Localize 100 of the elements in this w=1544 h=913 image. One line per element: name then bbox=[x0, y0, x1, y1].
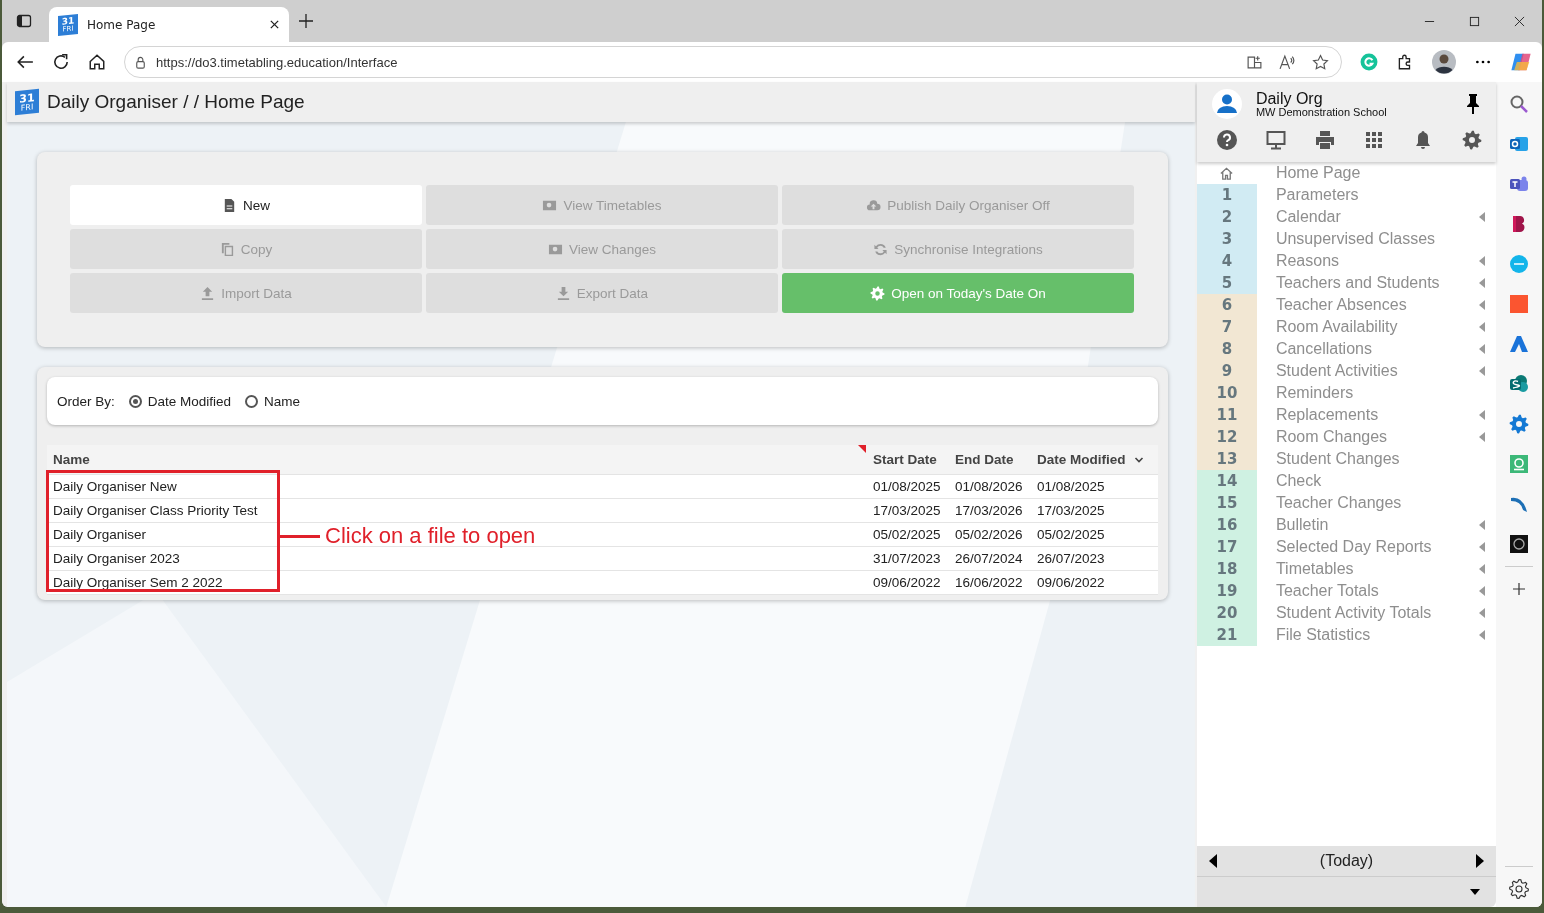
nav-item[interactable]: 4 Reasons bbox=[1196, 250, 1497, 272]
table-cell[interactable]: 31/07/2023 bbox=[873, 551, 941, 566]
user-avatar-icon[interactable] bbox=[1211, 89, 1242, 119]
settings-icon[interactable] bbox=[1462, 130, 1483, 150]
table-cell[interactable]: 05/02/2026 bbox=[955, 527, 1023, 542]
nav-item[interactable]: 12 Room Changes bbox=[1196, 426, 1497, 448]
table-cell[interactable]: 05/02/2025 bbox=[873, 527, 941, 542]
close-icon[interactable] bbox=[1514, 15, 1525, 27]
column-header[interactable]: Start Date bbox=[867, 445, 949, 474]
home-icon[interactable] bbox=[88, 53, 106, 71]
radio-option[interactable]: Name bbox=[245, 393, 301, 409]
action-button[interactable]: View Timetables bbox=[426, 185, 778, 225]
table-cell[interactable]: Daily Organiser bbox=[53, 527, 147, 542]
help-icon[interactable] bbox=[1216, 130, 1237, 150]
table-cell[interactable]: 01/08/2025 bbox=[873, 479, 941, 494]
refresh-icon[interactable] bbox=[52, 53, 70, 71]
nav-item[interactable]: 8 Cancellations bbox=[1196, 338, 1497, 360]
triangle-app-icon[interactable] bbox=[1509, 334, 1530, 354]
read-aloud-icon[interactable] bbox=[1279, 53, 1296, 71]
apps-grid-icon[interactable] bbox=[1364, 130, 1384, 150]
nav-item[interactable]: 18 Timetables bbox=[1196, 558, 1497, 580]
profile-avatar-icon[interactable] bbox=[1432, 50, 1456, 74]
nav-item[interactable]: 6 Teacher Absences bbox=[1196, 294, 1497, 316]
nav-item[interactable]: 5 Teachers and Students bbox=[1196, 272, 1497, 294]
step-number: 7 bbox=[1196, 316, 1257, 338]
dropdown-caret-icon[interactable] bbox=[1470, 889, 1481, 895]
nav-item[interactable]: 2 Calendar bbox=[1196, 206, 1497, 228]
table-cell[interactable]: 16/06/2022 bbox=[955, 575, 1023, 590]
action-button[interactable]: Copy bbox=[70, 229, 422, 269]
nav-item[interactable]: 3 Unsupervised Classes bbox=[1196, 228, 1497, 250]
corner-marker-icon bbox=[858, 445, 866, 453]
nav-item[interactable]: 20 Student Activity Totals bbox=[1196, 602, 1497, 624]
table-cell[interactable]: 01/08/2026 bbox=[955, 479, 1023, 494]
search-icon[interactable] bbox=[1509, 94, 1530, 114]
monitor-icon[interactable] bbox=[1265, 130, 1286, 150]
print-icon[interactable] bbox=[1314, 130, 1335, 150]
nav-item[interactable]: 16 Bulletin bbox=[1196, 514, 1497, 536]
radio-option[interactable]: Date Modified bbox=[128, 393, 232, 409]
maximize-icon[interactable] bbox=[1469, 15, 1480, 27]
nav-item[interactable]: 21 File Statistics bbox=[1196, 624, 1497, 646]
column-header[interactable]: Date Modified bbox=[1031, 445, 1158, 474]
action-button[interactable]: View Changes bbox=[426, 229, 778, 269]
action-button[interactable]: Open on Today's Date On bbox=[782, 273, 1134, 313]
lock-icon[interactable] bbox=[133, 54, 148, 70]
close-icon[interactable] bbox=[269, 19, 280, 30]
nav-item[interactable]: Home Page bbox=[1196, 162, 1497, 184]
nav-item[interactable]: 7 Room Availability bbox=[1196, 316, 1497, 338]
step-number: 8 bbox=[1196, 338, 1257, 360]
table-cell[interactable]: 09/06/2022 bbox=[1037, 575, 1105, 590]
nav-item[interactable]: 9 Student Activities bbox=[1196, 360, 1497, 382]
round-logo-app-icon[interactable] bbox=[1509, 534, 1530, 554]
people-app-icon[interactable] bbox=[1509, 174, 1530, 194]
radio-icon[interactable] bbox=[245, 394, 259, 408]
nav-item[interactable]: 17 Selected Day Reports bbox=[1196, 536, 1497, 558]
table-cell[interactable]: Daily Organiser 2023 bbox=[53, 551, 180, 566]
table-cell[interactable]: 09/06/2022 bbox=[873, 575, 941, 590]
step-number: 11 bbox=[1196, 404, 1257, 426]
table-cell[interactable]: 17/03/2025 bbox=[873, 503, 941, 518]
square-app-icon[interactable] bbox=[1509, 294, 1530, 314]
table-cell[interactable]: Daily Organiser Sem 2 2022 bbox=[53, 575, 223, 590]
action-button[interactable]: Import Data bbox=[70, 273, 422, 313]
nav-item[interactable]: 1 Parameters bbox=[1196, 184, 1497, 206]
table-cell[interactable]: 17/03/2026 bbox=[955, 503, 1023, 518]
nav-item[interactable]: 11 Replacements bbox=[1196, 404, 1497, 426]
split-screen-icon[interactable] bbox=[1246, 53, 1263, 71]
table-cell[interactable]: Daily Organiser Class Priority Test bbox=[53, 503, 258, 518]
document-app-icon[interactable] bbox=[1509, 374, 1530, 394]
nav-item[interactable]: 15 Teacher Changes bbox=[1196, 492, 1497, 514]
table-cell[interactable]: 26/07/2023 bbox=[1037, 551, 1105, 566]
callout-text: Click on a file to open bbox=[325, 523, 536, 549]
action-button[interactable]: Synchronise Integrations bbox=[782, 229, 1134, 269]
sidebar-toggle-icon[interactable] bbox=[16, 13, 32, 29]
nav-item[interactable]: 14 Check bbox=[1196, 470, 1497, 492]
radio-icon[interactable] bbox=[128, 394, 142, 408]
nav-item[interactable]: 13 Student Changes bbox=[1196, 448, 1497, 470]
column-header[interactable]: Name bbox=[47, 445, 867, 474]
file-title: Daily Org bbox=[1255, 90, 1323, 107]
table-cell[interactable]: 01/08/2025 bbox=[1037, 479, 1105, 494]
copilot-icon[interactable] bbox=[1510, 51, 1532, 73]
column-header[interactable]: End Date bbox=[949, 445, 1031, 474]
nav-item[interactable]: 10 Reminders bbox=[1196, 382, 1497, 404]
action-button[interactable]: Export Data bbox=[426, 273, 778, 313]
pin-icon[interactable] bbox=[1466, 93, 1481, 115]
action-button[interactable]: New bbox=[70, 185, 422, 225]
table-cell[interactable]: 17/03/2025 bbox=[1037, 503, 1105, 518]
table-cell[interactable]: 26/07/2024 bbox=[955, 551, 1023, 566]
previous-day-icon[interactable] bbox=[1208, 854, 1217, 868]
settings-icon[interactable] bbox=[1509, 879, 1530, 899]
back-icon[interactable] bbox=[16, 53, 34, 71]
leader-line bbox=[280, 534, 320, 538]
step-number: 20 bbox=[1196, 602, 1257, 624]
favorite-star-icon[interactable] bbox=[1312, 53, 1329, 71]
table-cell[interactable]: 05/02/2025 bbox=[1037, 527, 1105, 542]
page-title: Daily Organiser / / Home Page bbox=[47, 91, 305, 113]
table-cell[interactable]: Daily Organiser New bbox=[53, 479, 177, 494]
action-button[interactable]: Publish Daily Organiser Off bbox=[782, 185, 1134, 225]
nav-item[interactable]: 19 Teacher Totals bbox=[1196, 580, 1497, 602]
mail-app-icon[interactable] bbox=[1509, 134, 1530, 154]
new-tab-icon[interactable] bbox=[298, 13, 314, 29]
next-day-icon[interactable] bbox=[1476, 854, 1485, 868]
